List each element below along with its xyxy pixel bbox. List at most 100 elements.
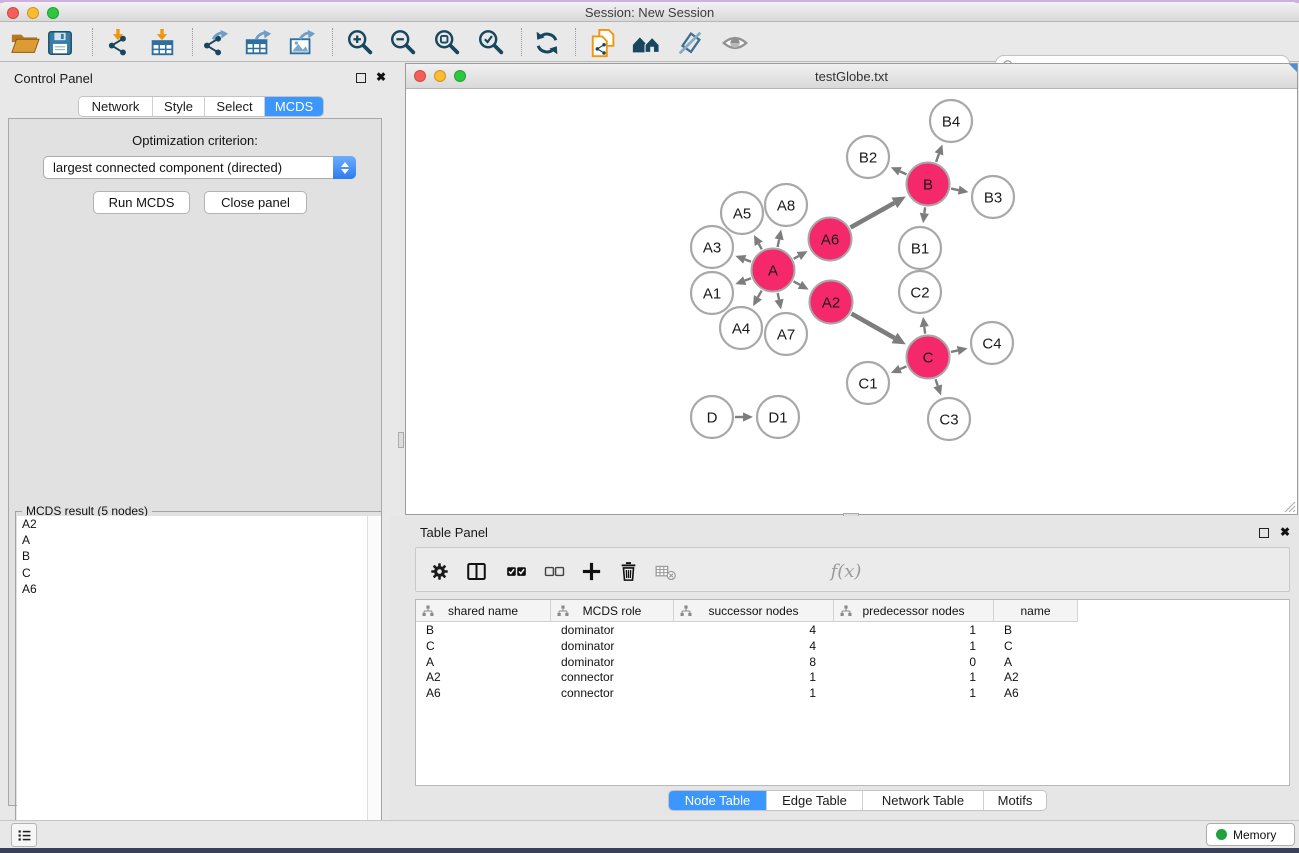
cell-shared-name[interactable]: C	[416, 639, 551, 655]
result-item-a[interactable]: A	[17, 532, 381, 548]
cell-shared-name[interactable]: A6	[416, 686, 551, 702]
cell-predecessor-nodes[interactable]: 1	[834, 623, 994, 639]
select-all-icon[interactable]	[501, 556, 531, 586]
zoom-fit-icon[interactable]	[430, 26, 464, 60]
zoom-out-icon[interactable]	[386, 26, 420, 60]
show-graphics-icon[interactable]	[718, 26, 752, 60]
table-row-a2[interactable]: A2connector11A2	[416, 670, 1078, 686]
table-close-panel-icon[interactable]: ✖	[1280, 527, 1290, 537]
tab-motifs[interactable]: Motifs	[984, 791, 1046, 810]
hide-labels-icon[interactable]	[673, 26, 707, 60]
edge-A2-C[interactable]	[851, 314, 905, 345]
edge-A-A2[interactable]	[794, 281, 809, 290]
node-b2[interactable]: B2	[847, 136, 889, 178]
edge-B-B2[interactable]	[891, 167, 907, 175]
edge-C-C3[interactable]	[933, 379, 942, 395]
edge-A-A7[interactable]	[775, 293, 784, 309]
cell-successor-nodes[interactable]: 1	[674, 686, 834, 702]
export-table-icon[interactable]	[241, 26, 275, 60]
edge-B-B1[interactable]	[920, 207, 929, 223]
export-image-icon[interactable]	[285, 26, 319, 60]
cell-predecessor-nodes[interactable]: 1	[834, 686, 994, 702]
node-c[interactable]: C	[907, 336, 950, 379]
node-d1[interactable]: D1	[757, 396, 799, 438]
edge-A-A5[interactable]	[754, 235, 763, 249]
import-network-icon[interactable]	[101, 26, 135, 60]
table-row-a[interactable]: Adominator80A	[416, 655, 1078, 671]
float-panel-icon[interactable]	[356, 73, 366, 83]
node-b4[interactable]: B4	[930, 100, 972, 142]
node-table[interactable]: shared nameMCDS rolesuccessor nodesprede…	[415, 599, 1290, 786]
close-panel-icon[interactable]: ✖	[376, 72, 386, 82]
deselect-all-icon[interactable]	[539, 556, 569, 586]
node-a1[interactable]: A1	[691, 272, 733, 314]
node-b[interactable]: B	[907, 163, 950, 206]
node-a2[interactable]: A2	[810, 281, 853, 324]
table-float-panel-icon[interactable]	[1259, 528, 1269, 538]
cell-shared-name[interactable]: A	[416, 655, 551, 671]
tab-edge-table[interactable]: Edge Table	[767, 791, 863, 810]
zoom-in-icon[interactable]	[343, 26, 377, 60]
cell-name[interactable]: C	[994, 639, 1078, 655]
edge-C-C2[interactable]	[920, 317, 929, 334]
add-row-icon[interactable]	[576, 556, 606, 586]
node-c2[interactable]: C2	[899, 271, 941, 313]
node-a4[interactable]: A4	[720, 307, 762, 349]
edge-C-C1[interactable]	[891, 365, 906, 373]
cell-predecessor-nodes[interactable]: 1	[834, 670, 994, 686]
result-item-c[interactable]: C	[17, 565, 381, 581]
table-row-c[interactable]: Cdominator41C	[416, 639, 1078, 655]
close-panel-button[interactable]: Close panel	[204, 191, 307, 214]
edge-A-A3[interactable]	[735, 255, 751, 264]
first-neighbors-icon[interactable]	[629, 26, 663, 60]
node-a[interactable]: A	[752, 249, 795, 292]
import-table-icon[interactable]	[145, 26, 179, 60]
criterion-select[interactable]: largest connected component (directed)	[43, 156, 356, 179]
open-file-icon[interactable]	[8, 26, 42, 60]
cell-successor-nodes[interactable]: 1	[674, 670, 834, 686]
run-mcds-button[interactable]: Run MCDS	[93, 191, 190, 214]
export-network-icon[interactable]	[198, 26, 232, 60]
zoom-selected-icon[interactable]	[474, 26, 508, 60]
result-item-a6[interactable]: A6	[17, 581, 381, 597]
node-c1[interactable]: C1	[847, 362, 889, 404]
tab-network[interactable]: Network	[79, 97, 153, 116]
node-c4[interactable]: C4	[971, 322, 1013, 364]
network-graph-canvas[interactable]: B4B2BB3A8A5A6A3B1AA1C2A2A4A7C4CC1DD1C3	[406, 89, 1297, 514]
table-row-a6[interactable]: A6connector11A6	[416, 686, 1078, 702]
split-handle-vertical[interactable]	[398, 432, 404, 448]
cell-MCDS-role[interactable]: dominator	[551, 655, 674, 671]
cell-shared-name[interactable]: A2	[416, 670, 551, 686]
cell-successor-nodes[interactable]: 8	[674, 655, 834, 671]
cell-name[interactable]: A6	[994, 686, 1078, 702]
cell-MCDS-role[interactable]: dominator	[551, 639, 674, 655]
node-d[interactable]: D	[691, 396, 733, 438]
edge-D-D1[interactable]	[735, 412, 753, 421]
save-session-icon[interactable]	[43, 26, 77, 60]
cell-name[interactable]: A	[994, 655, 1078, 671]
edge-B-B3[interactable]	[951, 186, 968, 195]
task-history-button[interactable]	[11, 823, 37, 847]
node-a5[interactable]: A5	[721, 192, 763, 234]
table-columns-icon[interactable]	[461, 556, 491, 586]
edge-A-A4[interactable]	[753, 291, 762, 307]
cell-MCDS-role[interactable]: connector	[551, 686, 674, 702]
tab-network-table[interactable]: Network Table	[863, 791, 984, 810]
table-settings-icon[interactable]	[424, 556, 454, 586]
cell-name[interactable]: B	[994, 623, 1078, 639]
edge-A-A8[interactable]	[775, 230, 784, 247]
result-item-a2[interactable]: A2	[17, 516, 381, 532]
edge-C-C4[interactable]	[951, 346, 968, 355]
cell-predecessor-nodes[interactable]: 0	[834, 655, 994, 671]
tab-mcds[interactable]: MCDS	[265, 97, 323, 116]
column-header-name[interactable]: name	[994, 600, 1078, 622]
node-a8[interactable]: A8	[765, 184, 807, 226]
cell-shared-name[interactable]: B	[416, 623, 551, 639]
node-a6[interactable]: A6	[809, 218, 852, 261]
result-list-scrollbar[interactable]	[367, 516, 381, 853]
column-header-MCDS-role[interactable]: MCDS role	[551, 600, 674, 622]
result-item-b[interactable]: B	[17, 548, 381, 564]
node-a7[interactable]: A7	[765, 313, 807, 355]
cell-predecessor-nodes[interactable]: 1	[834, 639, 994, 655]
edge-A6-B[interactable]	[850, 196, 905, 227]
